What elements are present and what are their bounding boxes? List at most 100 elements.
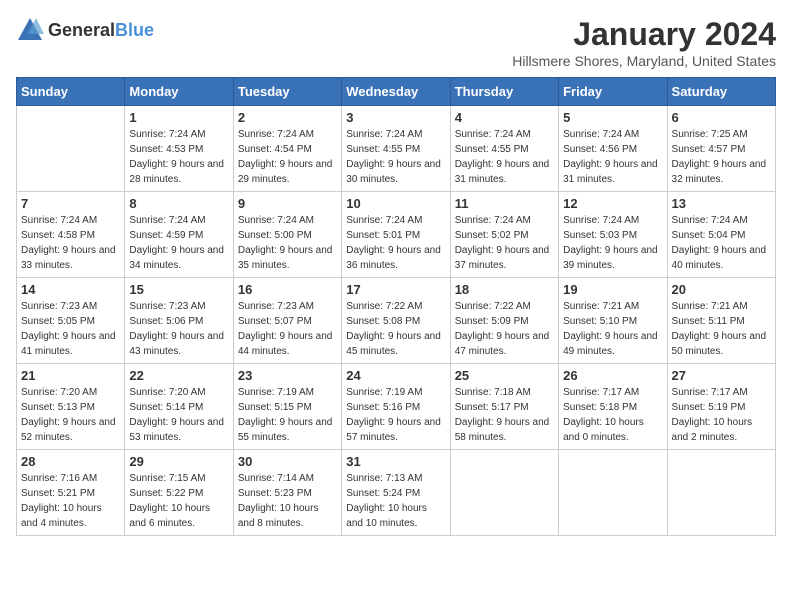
header-tuesday: Tuesday xyxy=(233,78,341,106)
calendar-cell: 9 Sunrise: 7:24 AMSunset: 5:00 PMDaylight… xyxy=(233,192,341,278)
calendar-cell: 31 Sunrise: 7:13 AMSunset: 5:24 PMDayligh… xyxy=(342,450,450,536)
calendar-cell: 13Sunrise: 7:24 AMSunset: 5:04 PMDayligh… xyxy=(667,192,775,278)
day-info: Sunrise: 7:24 AMSunset: 5:02 PMDaylight:… xyxy=(455,213,554,273)
calendar-cell: 16 Sunrise: 7:23 AMSunset: 5:07 PMDayligh… xyxy=(233,278,341,364)
day-info: Sunrise: 7:24 AMSunset: 5:03 PMDaylight:… xyxy=(563,213,662,273)
title-block: January 2024 Hillsmere Shores, Maryland,… xyxy=(512,16,776,69)
day-info: Sunrise: 7:17 AMSunset: 5:18 PMDaylight:… xyxy=(563,385,662,445)
day-info: Sunrise: 7:19 AMSunset: 5:15 PMDaylight:… xyxy=(238,385,337,445)
day-info: Sunrise: 7:23 AMSunset: 5:07 PMDaylight:… xyxy=(238,299,337,359)
page-header: GeneralBlue January 2024 Hillsmere Shore… xyxy=(16,16,776,69)
day-number: 30 xyxy=(238,454,337,469)
day-info: Sunrise: 7:15 AMSunset: 5:22 PMDaylight:… xyxy=(129,471,228,531)
calendar-cell: 20Sunrise: 7:21 AMSunset: 5:11 PMDayligh… xyxy=(667,278,775,364)
day-number: 15 xyxy=(129,282,228,297)
day-number: 31 xyxy=(346,454,445,469)
calendar-body: 1 Sunrise: 7:24 AMSunset: 4:53 PMDaylight… xyxy=(17,106,776,536)
calendar-cell: 11 Sunrise: 7:24 AMSunset: 5:02 PMDayligh… xyxy=(450,192,558,278)
day-number: 25 xyxy=(455,368,554,383)
calendar-cell: 7 Sunrise: 7:24 AMSunset: 4:58 PMDaylight… xyxy=(17,192,125,278)
calendar-cell: 21 Sunrise: 7:20 AMSunset: 5:13 PMDayligh… xyxy=(17,364,125,450)
calendar-cell: 3Sunrise: 7:24 AMSunset: 4:55 PMDaylight… xyxy=(342,106,450,192)
day-info: Sunrise: 7:24 AMSunset: 5:00 PMDaylight:… xyxy=(238,213,337,273)
day-number: 3 xyxy=(346,110,445,125)
logo-icon xyxy=(16,16,44,44)
logo: GeneralBlue xyxy=(16,16,154,44)
header-sunday: Sunday xyxy=(17,78,125,106)
day-number: 5 xyxy=(563,110,662,125)
day-number: 17 xyxy=(346,282,445,297)
day-info: Sunrise: 7:13 AMSunset: 5:24 PMDaylight:… xyxy=(346,471,445,531)
day-info: Sunrise: 7:24 AMSunset: 4:59 PMDaylight:… xyxy=(129,213,228,273)
calendar-cell: 28 Sunrise: 7:16 AMSunset: 5:21 PMDayligh… xyxy=(17,450,125,536)
calendar-cell: 10Sunrise: 7:24 AMSunset: 5:01 PMDayligh… xyxy=(342,192,450,278)
day-number: 18 xyxy=(455,282,554,297)
day-info: Sunrise: 7:20 AMSunset: 5:14 PMDaylight:… xyxy=(129,385,228,445)
day-number: 2 xyxy=(238,110,337,125)
calendar-cell: 19Sunrise: 7:21 AMSunset: 5:10 PMDayligh… xyxy=(559,278,667,364)
day-info: Sunrise: 7:16 AMSunset: 5:21 PMDaylight:… xyxy=(21,471,120,531)
calendar-cell: 24 Sunrise: 7:19 AMSunset: 5:16 PMDayligh… xyxy=(342,364,450,450)
day-info: Sunrise: 7:24 AMSunset: 4:53 PMDaylight:… xyxy=(129,127,228,187)
calendar-cell: 8 Sunrise: 7:24 AMSunset: 4:59 PMDaylight… xyxy=(125,192,233,278)
day-number: 21 xyxy=(21,368,120,383)
header-saturday: Saturday xyxy=(667,78,775,106)
day-number: 13 xyxy=(672,196,771,211)
header-friday: Friday xyxy=(559,78,667,106)
day-number: 24 xyxy=(346,368,445,383)
week-row-0: 1 Sunrise: 7:24 AMSunset: 4:53 PMDaylight… xyxy=(17,106,776,192)
calendar-cell: 29 Sunrise: 7:15 AMSunset: 5:22 PMDayligh… xyxy=(125,450,233,536)
day-info: Sunrise: 7:22 AMSunset: 5:09 PMDaylight:… xyxy=(455,299,554,359)
calendar-cell: 12 Sunrise: 7:24 AMSunset: 5:03 PMDayligh… xyxy=(559,192,667,278)
calendar-cell xyxy=(667,450,775,536)
day-info: Sunrise: 7:24 AMSunset: 4:55 PMDaylight:… xyxy=(455,127,554,187)
day-number: 10 xyxy=(346,196,445,211)
calendar-cell: 17Sunrise: 7:22 AMSunset: 5:08 PMDayligh… xyxy=(342,278,450,364)
day-number: 27 xyxy=(672,368,771,383)
calendar-header-row: SundayMondayTuesdayWednesdayThursdayFrid… xyxy=(17,78,776,106)
week-row-4: 28 Sunrise: 7:16 AMSunset: 5:21 PMDayligh… xyxy=(17,450,776,536)
week-row-3: 21 Sunrise: 7:20 AMSunset: 5:13 PMDayligh… xyxy=(17,364,776,450)
day-number: 9 xyxy=(238,196,337,211)
day-number: 11 xyxy=(455,196,554,211)
day-info: Sunrise: 7:19 AMSunset: 5:16 PMDaylight:… xyxy=(346,385,445,445)
calendar-cell: 30 Sunrise: 7:14 AMSunset: 5:23 PMDayligh… xyxy=(233,450,341,536)
header-wednesday: Wednesday xyxy=(342,78,450,106)
week-row-1: 7 Sunrise: 7:24 AMSunset: 4:58 PMDaylight… xyxy=(17,192,776,278)
month-title: January 2024 xyxy=(512,16,776,53)
calendar-cell: 26 Sunrise: 7:17 AMSunset: 5:18 PMDayligh… xyxy=(559,364,667,450)
calendar-table: SundayMondayTuesdayWednesdayThursdayFrid… xyxy=(16,77,776,536)
day-number: 8 xyxy=(129,196,228,211)
day-info: Sunrise: 7:24 AMSunset: 4:54 PMDaylight:… xyxy=(238,127,337,187)
logo-general: General xyxy=(48,20,115,40)
day-number: 14 xyxy=(21,282,120,297)
day-info: Sunrise: 7:17 AMSunset: 5:19 PMDaylight:… xyxy=(672,385,771,445)
day-info: Sunrise: 7:14 AMSunset: 5:23 PMDaylight:… xyxy=(238,471,337,531)
logo-blue: Blue xyxy=(115,20,154,40)
calendar-cell: 5Sunrise: 7:24 AMSunset: 4:56 PMDaylight… xyxy=(559,106,667,192)
day-info: Sunrise: 7:18 AMSunset: 5:17 PMDaylight:… xyxy=(455,385,554,445)
calendar-cell xyxy=(559,450,667,536)
day-number: 1 xyxy=(129,110,228,125)
day-info: Sunrise: 7:20 AMSunset: 5:13 PMDaylight:… xyxy=(21,385,120,445)
day-number: 28 xyxy=(21,454,120,469)
day-info: Sunrise: 7:24 AMSunset: 4:58 PMDaylight:… xyxy=(21,213,120,273)
location: Hillsmere Shores, Maryland, United State… xyxy=(512,53,776,69)
day-number: 7 xyxy=(21,196,120,211)
calendar-cell: 18 Sunrise: 7:22 AMSunset: 5:09 PMDayligh… xyxy=(450,278,558,364)
calendar-cell: 22 Sunrise: 7:20 AMSunset: 5:14 PMDayligh… xyxy=(125,364,233,450)
day-number: 22 xyxy=(129,368,228,383)
day-number: 19 xyxy=(563,282,662,297)
day-number: 20 xyxy=(672,282,771,297)
day-number: 29 xyxy=(129,454,228,469)
day-info: Sunrise: 7:23 AMSunset: 5:05 PMDaylight:… xyxy=(21,299,120,359)
day-number: 26 xyxy=(563,368,662,383)
day-info: Sunrise: 7:23 AMSunset: 5:06 PMDaylight:… xyxy=(129,299,228,359)
calendar-cell: 27 Sunrise: 7:17 AMSunset: 5:19 PMDayligh… xyxy=(667,364,775,450)
calendar-cell xyxy=(17,106,125,192)
calendar-cell: 4Sunrise: 7:24 AMSunset: 4:55 PMDaylight… xyxy=(450,106,558,192)
day-number: 16 xyxy=(238,282,337,297)
calendar-cell: 6Sunrise: 7:25 AMSunset: 4:57 PMDaylight… xyxy=(667,106,775,192)
header-thursday: Thursday xyxy=(450,78,558,106)
day-number: 12 xyxy=(563,196,662,211)
